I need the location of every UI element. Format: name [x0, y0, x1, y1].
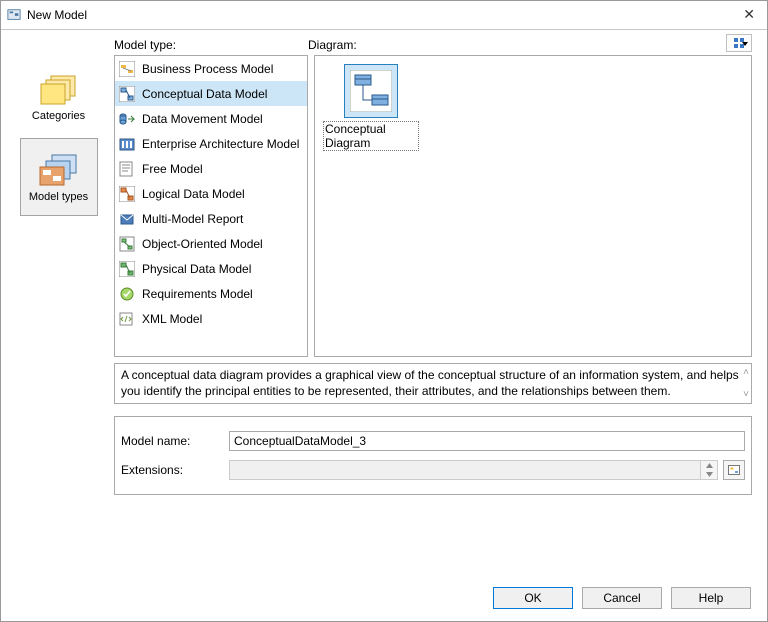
diagram-thumb: [344, 64, 398, 118]
model-type-label: Business Process Model: [142, 62, 273, 76]
diagram-item-conceptual[interactable]: Conceptual Diagram: [323, 64, 419, 151]
titlebar: New Model ✕: [1, 1, 767, 29]
description-box: A conceptual data diagram provides a gra…: [114, 363, 752, 404]
cdm-icon: [118, 85, 136, 103]
model-name-label: Model name:: [121, 434, 229, 448]
desc-scroll-down[interactable]: ˅: [743, 388, 749, 401]
model-type-item-xml[interactable]: XML Model: [115, 306, 307, 331]
desc-scroll-up[interactable]: ˄: [743, 366, 749, 379]
pdm-icon: [118, 260, 136, 278]
model-type-label: XML Model: [142, 312, 202, 326]
browse-icon: [727, 463, 741, 477]
app-icon: [7, 8, 21, 22]
diagram-list[interactable]: Conceptual Diagram: [314, 55, 752, 357]
diagram-heading: Diagram:: [308, 38, 726, 55]
model-type-label: Requirements Model: [142, 287, 253, 301]
window-title: New Model: [27, 8, 731, 22]
model-type-heading: Model type:: [114, 38, 308, 55]
ldm-icon: [118, 185, 136, 203]
nav-categories[interactable]: Categories: [20, 57, 98, 135]
model-type-item-data-movement[interactable]: Data Movement Model: [115, 106, 307, 131]
extensions-browse-button[interactable]: [723, 460, 745, 480]
nav-categories-label: Categories: [32, 110, 85, 122]
spinner-down-icon: [701, 470, 717, 479]
diagram-item-label: Conceptual Diagram: [323, 121, 419, 151]
model-type-item-conceptual-data[interactable]: Conceptual Data Model: [115, 81, 307, 106]
model-type-label: Enterprise Architecture Model: [142, 137, 299, 151]
model-type-label: Object-Oriented Model: [142, 237, 263, 251]
model-type-label: Free Model: [142, 162, 203, 176]
mmr-icon: [118, 210, 136, 228]
extensions-input[interactable]: [229, 460, 701, 480]
description-text: A conceptual data diagram provides a gra…: [121, 368, 739, 398]
extensions-label: Extensions:: [121, 463, 229, 477]
model-type-label: Physical Data Model: [142, 262, 251, 276]
form-section: Model name: Extensions:: [114, 416, 752, 495]
cancel-button[interactable]: Cancel: [582, 587, 662, 609]
model-type-item-multi-model-report[interactable]: Multi-Model Report: [115, 206, 307, 231]
ok-button[interactable]: OK: [493, 587, 573, 609]
dialog-buttons: OK Cancel Help: [484, 587, 751, 609]
dmm-icon: [118, 110, 136, 128]
model-type-item-enterprise-architecture[interactable]: Enterprise Architecture Model: [115, 131, 307, 156]
model-type-label: Multi-Model Report: [142, 212, 243, 226]
eam-icon: [118, 135, 136, 153]
models-stack-icon: [39, 152, 79, 188]
nav-model-types-label: Model types: [29, 191, 88, 203]
model-type-label: Data Movement Model: [142, 112, 263, 126]
nav-model-types[interactable]: Model types: [20, 138, 98, 216]
model-type-label: Logical Data Model: [142, 187, 245, 201]
close-button[interactable]: ✕: [731, 6, 759, 23]
folder-icon: [39, 71, 79, 107]
left-nav: Categories Model types: [16, 34, 101, 495]
oom-icon: [118, 235, 136, 253]
model-type-label: Conceptual Data Model: [142, 87, 267, 101]
spinner-up-icon: [701, 461, 717, 470]
model-type-item-object-oriented[interactable]: Object-Oriented Model: [115, 231, 307, 256]
view-options-button[interactable]: [726, 34, 752, 52]
model-type-item-logical-data[interactable]: Logical Data Model: [115, 181, 307, 206]
bpm-icon: [118, 60, 136, 78]
model-type-item-business-process[interactable]: Business Process Model: [115, 56, 307, 81]
help-button[interactable]: Help: [671, 587, 751, 609]
xml-icon: [118, 310, 136, 328]
model-type-item-physical-data[interactable]: Physical Data Model: [115, 256, 307, 281]
extensions-spinner[interactable]: [700, 460, 718, 480]
model-type-item-requirements[interactable]: Requirements Model: [115, 281, 307, 306]
model-name-input[interactable]: [229, 431, 745, 451]
model-type-list[interactable]: Business Process Model Conceptual Data M…: [114, 55, 308, 357]
rqm-icon: [118, 285, 136, 303]
free-icon: [118, 160, 136, 178]
model-type-item-free[interactable]: Free Model: [115, 156, 307, 181]
